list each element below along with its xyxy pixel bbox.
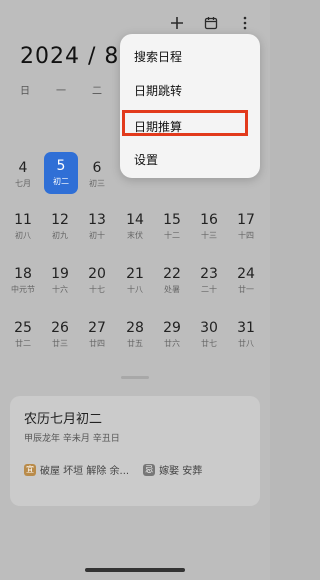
day-number: 15 xyxy=(163,212,181,228)
day-cell[interactable]: 6 初三 xyxy=(80,154,114,196)
day-lunar: 初九 xyxy=(52,231,68,240)
day-cell[interactable]: 13 初十 xyxy=(80,206,114,248)
toolbar xyxy=(168,14,254,32)
day-lunar: 廿四 xyxy=(89,339,105,348)
day-cell-selected[interactable]: 5 初二 xyxy=(44,152,78,194)
day-number: 31 xyxy=(237,320,255,336)
day-cell[interactable]: 22 处暑 xyxy=(155,260,189,302)
day-number: 20 xyxy=(88,266,106,282)
day-number: 25 xyxy=(14,320,32,336)
day-number: 14 xyxy=(126,212,144,228)
drag-handle[interactable] xyxy=(121,376,149,379)
day-number: 29 xyxy=(163,320,181,336)
day-cell[interactable]: 26 廿三 xyxy=(43,314,77,356)
day-cell[interactable]: 21 十八 xyxy=(118,260,152,302)
day-cell[interactable]: 4 七月 xyxy=(6,154,40,196)
day-number: 13 xyxy=(88,212,106,228)
day-lunar: 处暑 xyxy=(164,285,180,294)
day-cell[interactable]: 29 廿六 xyxy=(155,314,189,356)
day-cell[interactable]: 23 二十 xyxy=(192,260,226,302)
day-lunar: 十七 xyxy=(89,285,105,294)
day-cell[interactable]: 28 廿五 xyxy=(118,314,152,356)
day-cell[interactable]: 15 十二 xyxy=(155,206,189,248)
lunar-date: 农历七月初二 xyxy=(24,412,103,427)
day-number: 23 xyxy=(200,266,218,282)
day-number: 5 xyxy=(56,158,66,174)
day-cell[interactable]: 30 廿七 xyxy=(192,314,226,356)
day-lunar: 末伏 xyxy=(127,231,143,240)
day-number: 11 xyxy=(14,212,32,228)
almanac-row: 宜 破屋 坏垣 解除 余... 忌 嫁娶 安葬 xyxy=(24,462,246,477)
weekday-label: 一 xyxy=(56,86,66,97)
more-vertical-icon[interactable] xyxy=(236,14,254,32)
day-cell[interactable]: 12 初九 xyxy=(43,206,77,248)
day-lunar: 十八 xyxy=(127,285,143,294)
day-lunar: 十四 xyxy=(238,231,254,240)
day-cell[interactable]: 17 十四 xyxy=(229,206,263,248)
highlight-box xyxy=(122,110,248,136)
day-number: 24 xyxy=(237,266,255,282)
day-number: 26 xyxy=(51,320,69,336)
day-lunar: 廿六 xyxy=(164,339,180,348)
day-number: 30 xyxy=(200,320,218,336)
day-lunar: 十六 xyxy=(52,285,68,294)
day-lunar: 二十 xyxy=(201,285,217,294)
day-number: 27 xyxy=(88,320,106,336)
day-cell[interactable]: 18 中元节 xyxy=(6,260,40,302)
plus-icon[interactable] xyxy=(168,14,186,32)
ganzhi-date: 甲辰龙年 辛未月 辛丑日 xyxy=(24,434,120,444)
menu-item-search-schedule[interactable]: 搜索日程 xyxy=(134,48,182,65)
weekday-label: 日 xyxy=(20,86,30,97)
day-lunar: 廿二 xyxy=(15,339,31,348)
weekday-label: 二 xyxy=(92,86,102,97)
day-cell[interactable]: 25 廿二 xyxy=(6,314,40,356)
day-number: 12 xyxy=(51,212,69,228)
month-title[interactable]: 2024 / 8 xyxy=(20,44,119,69)
day-lunar: 初十 xyxy=(89,231,105,240)
day-lunar: 廿三 xyxy=(52,339,68,348)
calendar-icon[interactable] xyxy=(202,14,220,32)
day-cell[interactable]: 14 末伏 xyxy=(118,206,152,248)
day-lunar: 廿一 xyxy=(238,285,254,294)
day-number: 21 xyxy=(126,266,144,282)
home-indicator[interactable] xyxy=(85,568,185,572)
overflow-menu: 搜索日程 日期跳转 日期推算 设置 xyxy=(120,34,260,178)
day-cell[interactable]: 11 初八 xyxy=(6,206,40,248)
day-cell[interactable]: 16 十三 xyxy=(192,206,226,248)
day-number: 19 xyxy=(51,266,69,282)
day-number: 18 xyxy=(14,266,32,282)
day-number: 6 xyxy=(92,160,102,176)
ji-badge: 忌 xyxy=(143,463,156,476)
day-number: 4 xyxy=(18,160,28,176)
day-cell[interactable]: 20 十七 xyxy=(80,260,114,302)
day-cell[interactable]: 27 廿四 xyxy=(80,314,114,356)
yi-badge: 宜 xyxy=(24,463,36,476)
day-lunar: 廿七 xyxy=(201,339,217,348)
yi-text: 破屋 坏垣 解除 余... xyxy=(40,466,130,477)
menu-item-settings[interactable]: 设置 xyxy=(134,151,158,168)
day-cell[interactable]: 24 廿一 xyxy=(229,260,263,302)
day-lunar: 初三 xyxy=(89,179,105,188)
ji-text: 嫁娶 安葬 xyxy=(159,466,203,477)
day-number: 17 xyxy=(237,212,255,228)
day-number: 22 xyxy=(163,266,181,282)
day-cell[interactable]: 31 廿八 xyxy=(229,314,263,356)
day-info-card[interactable]: 农历七月初二 甲辰龙年 辛未月 辛丑日 宜 破屋 坏垣 解除 余... 忌 嫁娶… xyxy=(10,396,260,506)
day-cell[interactable]: 19 十六 xyxy=(43,260,77,302)
day-lunar: 十三 xyxy=(201,231,217,240)
day-lunar: 廿八 xyxy=(238,339,254,348)
day-number: 16 xyxy=(200,212,218,228)
day-lunar: 七月 xyxy=(15,179,31,188)
menu-item-date-jump[interactable]: 日期跳转 xyxy=(134,82,182,99)
day-lunar: 初二 xyxy=(53,177,69,186)
day-lunar: 初八 xyxy=(15,231,31,240)
day-lunar: 十二 xyxy=(164,231,180,240)
day-lunar: 中元节 xyxy=(11,285,35,294)
day-number: 28 xyxy=(126,320,144,336)
day-lunar: 廿五 xyxy=(127,339,143,348)
